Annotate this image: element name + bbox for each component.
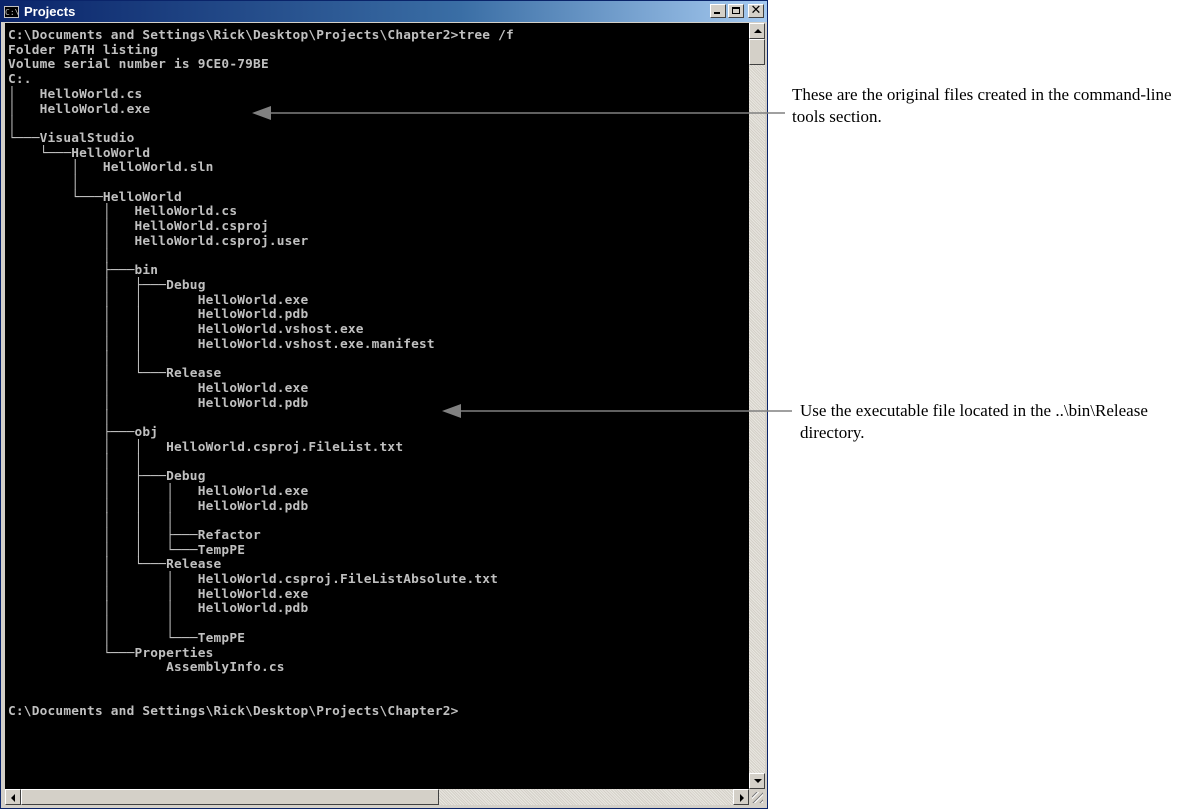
annotation-arrow-2 [442,404,792,418]
annotation-arrow-1 [252,106,785,120]
annotation-release-executable: Use the executable file located in the .… [800,401,1148,442]
annotation-original-files: These are the original files created in … [792,85,1172,126]
